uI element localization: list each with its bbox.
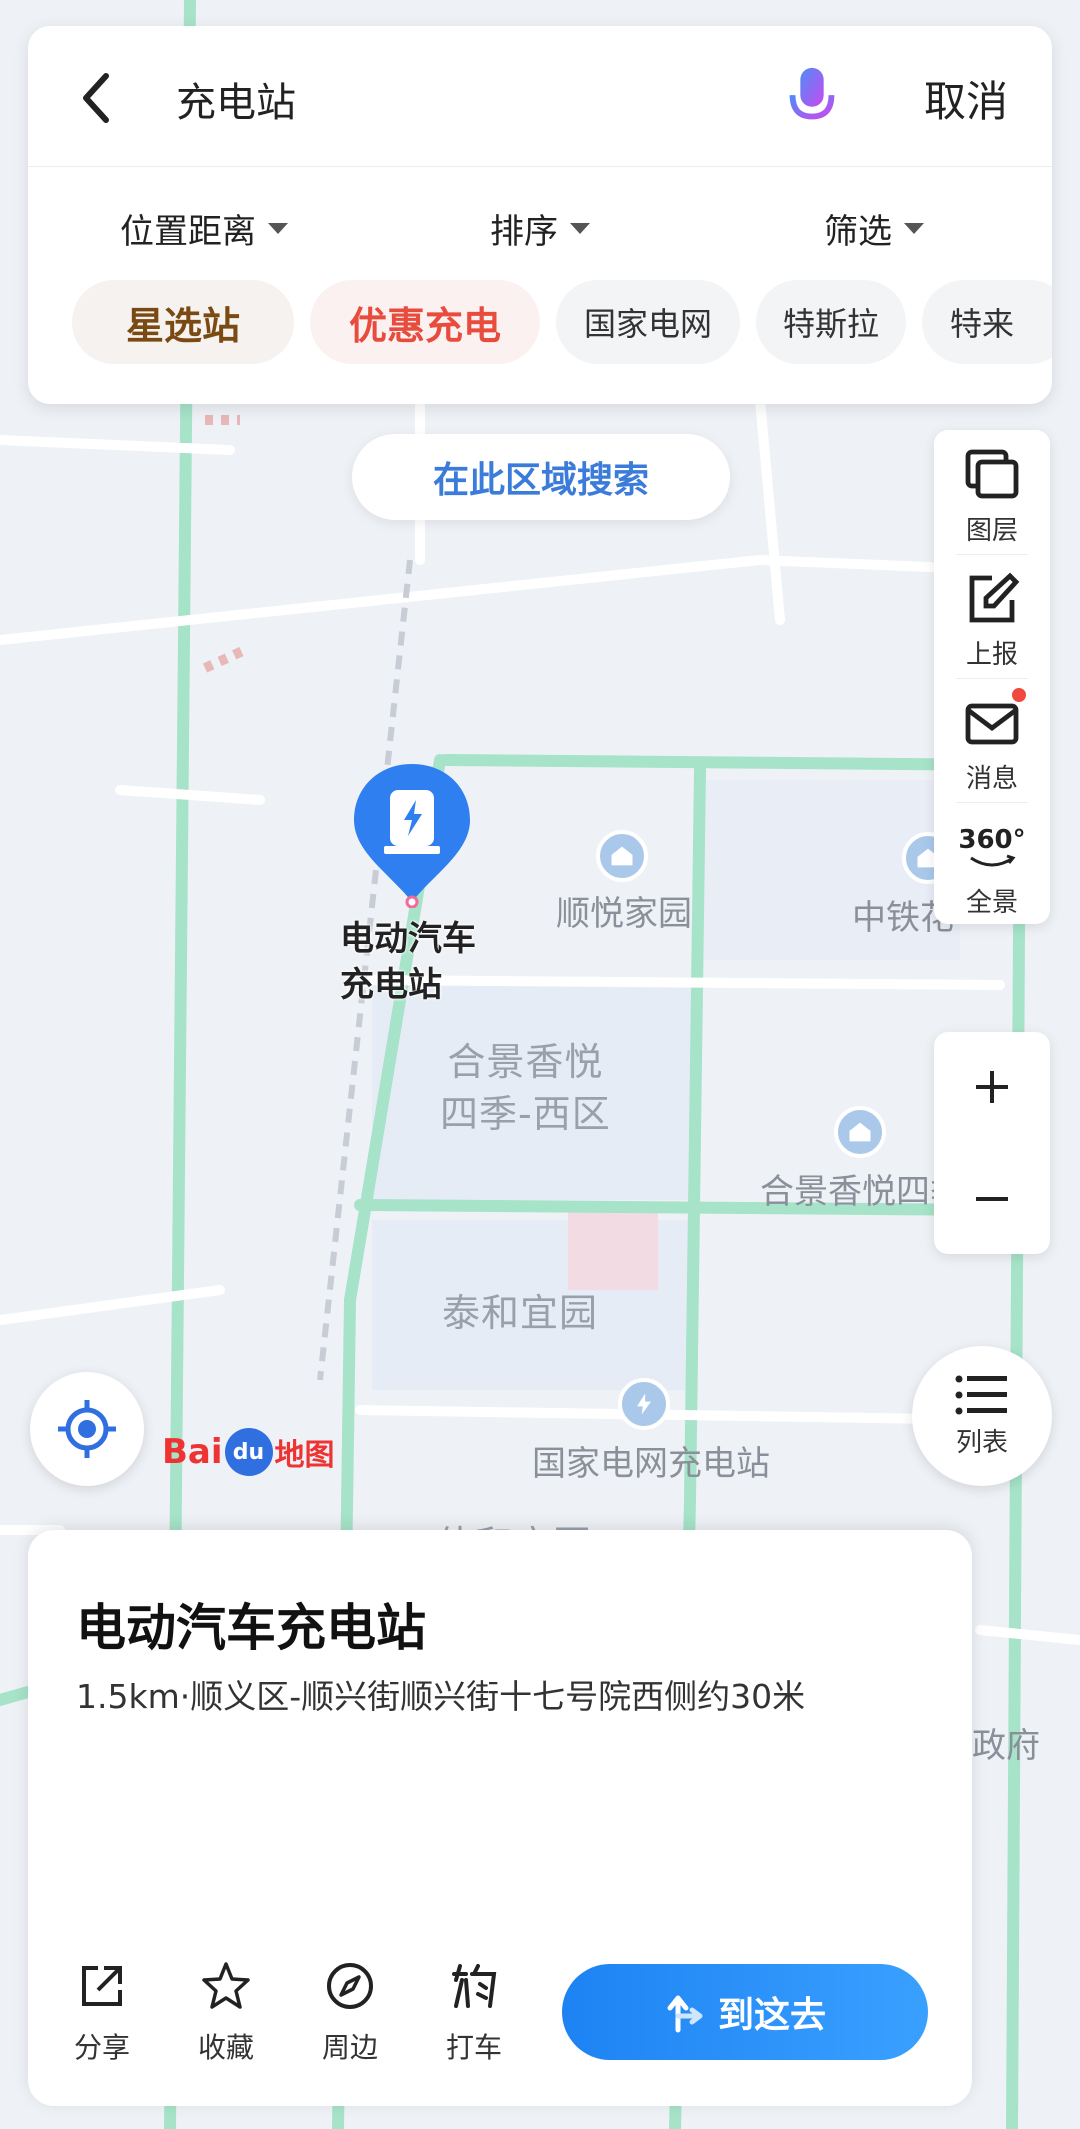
map-label-shunyue: 顺悦家园 [556, 894, 692, 934]
unread-badge [1012, 688, 1026, 702]
list-label: 列表 [955, 1427, 1008, 1458]
locate-icon [58, 1400, 116, 1458]
map-label-hejing-west: 合景香悦 四季-西区 [440, 1040, 611, 1136]
community-icon[interactable] [596, 830, 648, 882]
share-button[interactable]: 分享 [52, 1960, 152, 2066]
community-icon[interactable] [834, 1106, 886, 1158]
layers-icon [965, 449, 1019, 499]
tool-label: 全景 [965, 888, 1018, 918]
locate-me-button[interactable] [30, 1372, 144, 1486]
taxi-button[interactable]: 打车 [424, 1960, 524, 2066]
navigate-label: 到这去 [717, 1995, 826, 2036]
search-panel: 充电站 取消 位置距离 排序 筛选 星选站 优惠充电 国家电网 特斯拉 特来 [28, 26, 1052, 404]
zoom-controls [934, 1032, 1050, 1254]
tool-label: 消息 [965, 764, 1018, 794]
panorama-button[interactable]: 360° 全景 [934, 802, 1050, 924]
poi-title: 电动汽车充电站 [76, 1599, 426, 1657]
map-label-grid-station: 国家电网充电站 [532, 1444, 770, 1484]
compass-icon [327, 1963, 373, 2009]
chip-star-station[interactable]: 星选站 [72, 280, 294, 364]
chip-state-grid[interactable]: 国家电网 [556, 280, 740, 364]
selected-station-label: 电动汽车 充电站 [340, 919, 476, 1005]
poi-address: 1.5km·顺义区-顺兴街顺兴街十七号院西侧约30米 [76, 1677, 806, 1716]
edit-icon [969, 572, 1020, 623]
minus-icon [976, 1197, 1008, 1201]
messages-button[interactable]: 消息 [934, 678, 1050, 800]
share-icon [82, 1966, 122, 2006]
taxi-icon [452, 1964, 497, 2008]
map-label-zhenfu: 政府 [972, 1726, 1040, 1766]
plus-icon [976, 1071, 1008, 1103]
mail-icon [965, 703, 1019, 745]
zoom-out-button[interactable] [934, 1144, 1050, 1254]
charging-station-icon[interactable] [618, 1378, 670, 1430]
zoom-in-button[interactable] [934, 1032, 1050, 1142]
tool-label: 上报 [965, 640, 1018, 670]
nearby-button[interactable]: 周边 [300, 1960, 400, 2066]
chip-teld[interactable]: 特来 [922, 280, 1052, 364]
selected-station-marker[interactable] [350, 760, 474, 908]
poi-detail-card[interactable]: 电动汽车充电站 1.5km·顺义区-顺兴街顺兴街十七号院西侧约30米 分享 收藏… [28, 1530, 972, 2106]
layers-button[interactable]: 图层 [934, 430, 1050, 552]
list-icon [955, 1375, 1007, 1414]
report-button[interactable]: 上报 [934, 554, 1050, 676]
search-this-area-button[interactable]: 在此区域搜索 [352, 434, 730, 520]
favorite-button[interactable]: 收藏 [176, 1960, 276, 2066]
chip-tesla[interactable]: 特斯拉 [756, 280, 906, 364]
map-tools-panel: 图层 上报 消息 360° 全景 [934, 430, 1050, 924]
route-arrow-icon [667, 1995, 703, 2033]
list-button[interactable]: 列表 [912, 1346, 1052, 1486]
panorama-360-icon: 360° [958, 818, 1026, 878]
map-label-taihe: 泰和宜园 [442, 1291, 599, 1335]
tool-label: 图层 [965, 516, 1018, 546]
star-icon [202, 1962, 250, 2009]
navigate-here-button[interactable]: 到这去 [562, 1964, 928, 2060]
baidu-map-logo: Bai du 地图 [162, 1424, 335, 1480]
chip-discount-charging[interactable]: 优惠充电 [310, 280, 540, 364]
